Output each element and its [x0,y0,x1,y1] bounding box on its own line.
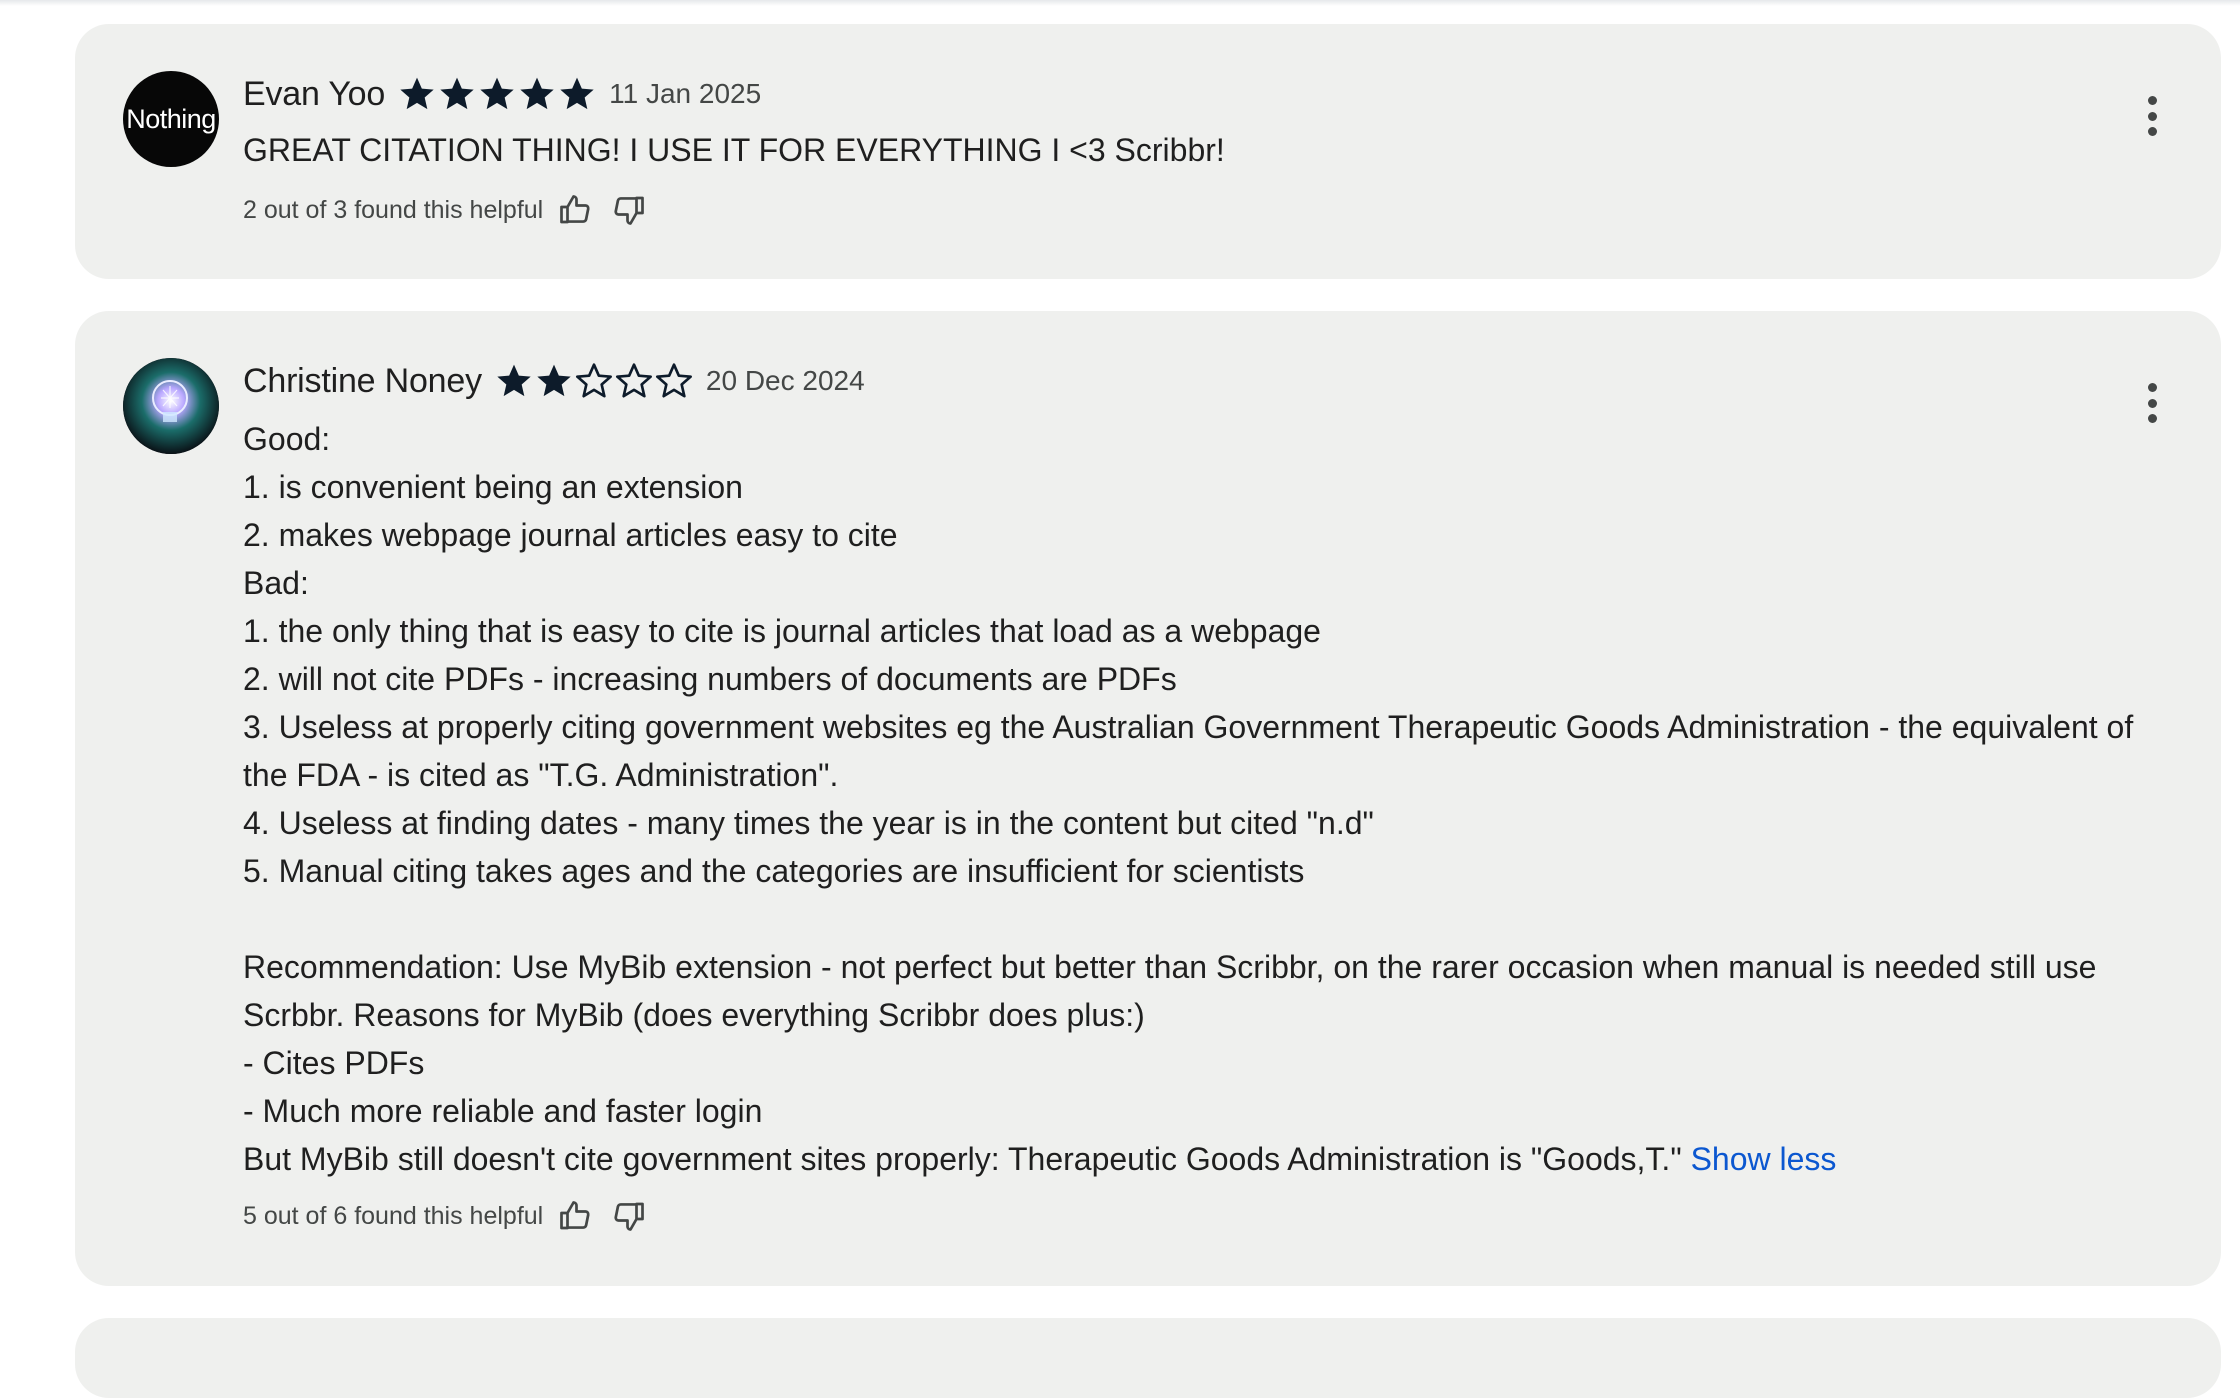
review-text: Good: 1. is convenient being an extensio… [243,415,2141,1183]
thumb-down-icon[interactable] [611,1198,647,1234]
helpful-row: 5 out of 6 found this helpful [243,1196,665,1236]
top-shadow [0,0,2240,6]
avatar[interactable]: Nothing [123,71,219,167]
author-name: Christine Noney [243,361,482,400]
author-name: Evan Yoo [243,74,386,113]
star-icon [400,77,434,110]
star-icon [440,77,474,110]
review-date: 11 Jan 2025 [609,78,762,109]
star-icon [520,77,554,110]
more-options-icon[interactable] [2145,96,2159,136]
review-date: 20 Dec 2024 [705,365,865,396]
star-rating [494,361,694,401]
review-text: GREAT CITATION THING! I USE IT FOR EVERY… [243,132,1225,168]
thumb-up-icon[interactable] [557,192,593,228]
review-card [75,1318,2221,1398]
more-options-icon[interactable] [2145,383,2159,423]
review-card: Nothing Evan Yoo 11 Jan 2025 GREAT CITAT… [75,24,2221,279]
show-less-link[interactable]: Show less [1691,1141,1837,1177]
star-icon [560,77,594,110]
review-header: Evan Yoo 11 Jan 2025 [243,72,761,116]
star-rating [397,74,597,114]
star-icon [537,364,571,397]
star-outline-icon [655,363,692,398]
thumb-down-icon[interactable] [611,192,647,228]
avatar-text: Nothing [126,103,216,134]
thumb-up-icon[interactable] [557,1198,593,1234]
star-outline-icon [615,363,652,398]
helpful-count: 2 out of 3 found this helpful [243,195,544,224]
star-icon [497,364,531,397]
star-outline-icon [575,363,612,398]
helpful-row: 2 out of 3 found this helpful [243,190,665,230]
review-header: Christine Noney 20 Dec 2024 [243,359,865,403]
star-icon [480,77,514,110]
lightbulb-avatar-icon [123,358,219,454]
helpful-count: 5 out of 6 found this helpful [243,1201,544,1230]
review-body: Good: 1. is convenient being an extensio… [243,421,2134,1177]
review-card: Christine Noney 20 Dec 2024 Good: 1. is … [75,311,2221,1286]
avatar[interactable] [123,358,219,454]
